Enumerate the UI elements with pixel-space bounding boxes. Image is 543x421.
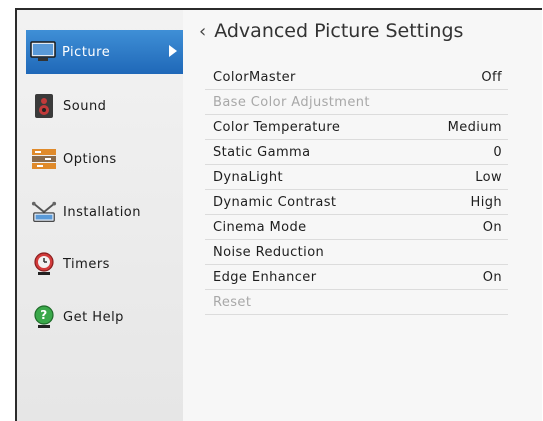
- setting-row-edge-enhancer[interactable]: Edge Enhancer On: [205, 265, 508, 290]
- setting-label: Edge Enhancer: [213, 269, 317, 285]
- setting-row-noise-reduction[interactable]: Noise Reduction: [205, 240, 508, 265]
- setting-label: Base Color Adjustment: [213, 94, 370, 110]
- setting-value: On: [482, 219, 502, 235]
- setting-value: Low: [475, 169, 502, 185]
- sidebar-item-picture[interactable]: Picture: [26, 30, 183, 74]
- options-icon: [31, 146, 57, 172]
- sidebar-item-sound[interactable]: Sound: [27, 84, 183, 128]
- setting-label: Dynamic Contrast: [213, 194, 337, 210]
- setting-value: Off: [481, 69, 502, 85]
- tv-screen: Picture Sound Options Installation Timer…: [15, 8, 542, 421]
- sidebar-item-options[interactable]: Options: [27, 137, 183, 181]
- sidebar-item-label: Get Help: [63, 309, 124, 325]
- setting-value: On: [482, 269, 502, 285]
- setting-row-static-gamma[interactable]: Static Gamma 0: [205, 140, 508, 165]
- sidebar-item-label: Timers: [63, 256, 110, 272]
- setting-row-dynamic-contrast[interactable]: Dynamic Contrast High: [205, 190, 508, 215]
- setting-label: ColorMaster: [213, 69, 296, 85]
- setting-label: Static Gamma: [213, 144, 311, 160]
- picture-icon: [30, 39, 56, 65]
- setting-row-color-temperature[interactable]: Color Temperature Medium: [205, 115, 508, 140]
- sidebar-item-get-help[interactable]: ? Get Help: [27, 295, 183, 339]
- settings-list: ColorMaster Off Base Color Adjustment Co…: [205, 65, 508, 315]
- setting-value: 0: [493, 144, 502, 160]
- page-title: Advanced Picture Settings: [214, 20, 464, 42]
- page-header: ‹ Advanced Picture Settings: [199, 20, 463, 42]
- setting-row-cinema-mode[interactable]: Cinema Mode On: [205, 215, 508, 240]
- speaker-icon: [31, 93, 57, 119]
- sidebar-item-label: Installation: [63, 204, 142, 220]
- setting-label: Color Temperature: [213, 119, 341, 135]
- setting-label: Cinema Mode: [213, 219, 307, 235]
- sidebar-item-label: Sound: [63, 98, 107, 114]
- sidebar-item-label: Picture: [62, 44, 111, 60]
- setting-value: Medium: [447, 119, 502, 135]
- sidebar-item-installation[interactable]: Installation: [27, 190, 183, 234]
- setting-label: Reset: [213, 294, 252, 310]
- setting-row-base-color-adjustment: Base Color Adjustment: [205, 90, 508, 115]
- timer-icon: [31, 251, 57, 277]
- setting-row-colormaster[interactable]: ColorMaster Off: [205, 65, 508, 90]
- settings-panel: ‹ Advanced Picture Settings ColorMaster …: [183, 10, 542, 421]
- sidebar-item-label: Options: [63, 151, 117, 167]
- antenna-icon: [31, 199, 57, 225]
- svg-text:?: ?: [40, 308, 47, 322]
- chevron-left-icon[interactable]: ‹: [199, 21, 206, 42]
- help-icon: ?: [31, 304, 57, 330]
- setting-label: DynaLight: [213, 169, 283, 185]
- setting-value: High: [470, 194, 502, 210]
- setting-label: Noise Reduction: [213, 244, 325, 260]
- setting-row-reset: Reset: [205, 290, 508, 315]
- sidebar-item-timers[interactable]: Timers: [27, 242, 183, 286]
- setting-row-dynalight[interactable]: DynaLight Low: [205, 165, 508, 190]
- chevron-right-icon: [169, 45, 177, 57]
- sidebar: Picture Sound Options Installation Timer…: [17, 10, 184, 421]
